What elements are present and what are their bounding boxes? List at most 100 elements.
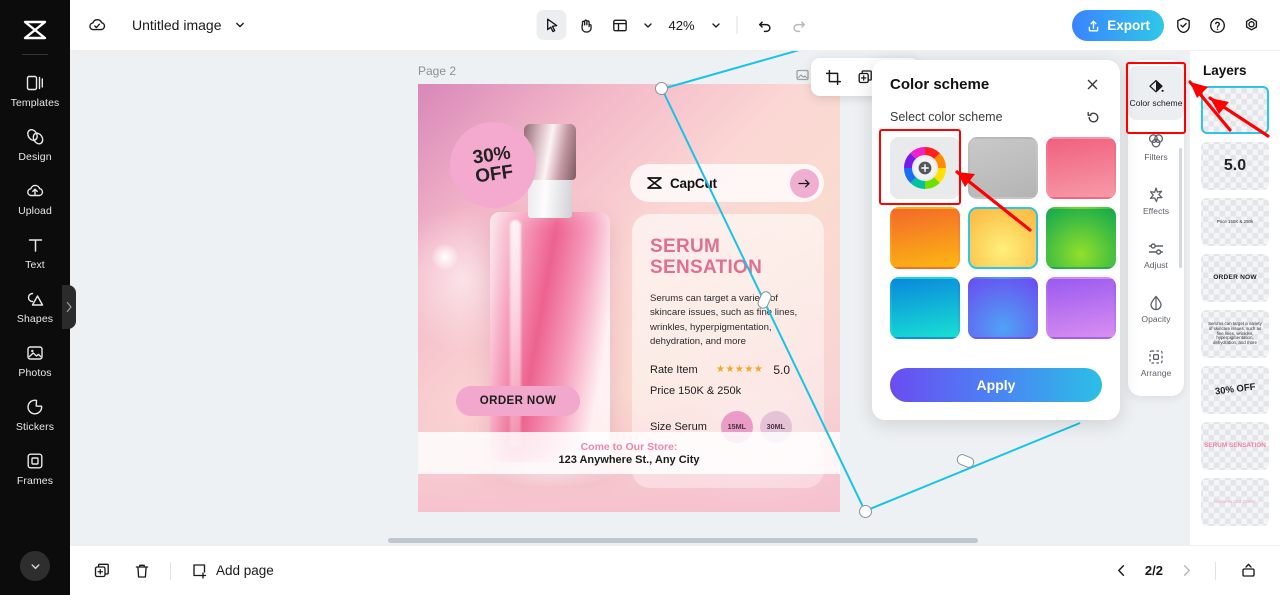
rail-label-adjust: Adjust [1144,260,1168,271]
order-now-button[interactable]: ORDER NOW [456,386,580,416]
swatch-orange-gradient[interactable] [890,207,960,269]
sidebar-item-shapes[interactable]: Shapes [0,279,70,333]
selection-handle-top[interactable] [655,82,668,95]
rail-scrollbar[interactable] [1179,148,1182,268]
undo-button[interactable] [750,10,780,40]
add-page-button[interactable]: Add page [185,558,280,583]
select-tool-button[interactable] [536,10,567,40]
delete-page-button[interactable] [128,557,156,585]
swatch-yellow-gradient[interactable] [968,207,1038,269]
crop-button[interactable] [819,63,847,91]
image-layer-icon[interactable] [793,65,813,85]
paint-drop-icon [1146,77,1166,97]
rail-item-adjust[interactable]: Adjust [1128,228,1184,282]
capcut-watermark-pill[interactable]: CapCut [630,164,824,202]
swatch-green-gradient[interactable] [1046,207,1116,269]
reset-rotate-icon [1087,111,1098,123]
swatch-custom-color-wheel[interactable] [890,137,960,199]
sidebar-label-shapes: Shapes [16,312,54,325]
page-indicator: 2/2 [1144,563,1163,578]
layer-item-price[interactable]: Price 150K & 250k [1201,198,1269,246]
rail-item-opacity[interactable]: Opacity [1128,282,1184,336]
sidebar-collapse-handle[interactable] [62,285,76,329]
poster-artboard[interactable]: CapCut SERUM SENSATION Serums can target… [418,84,840,512]
bottom-divider-2 [1215,561,1216,580]
layer-item-description[interactable]: Serums can target a variety of skincare … [1201,310,1269,358]
layer-item-store[interactable]: Come to Our Store: [1201,478,1269,526]
redo-button[interactable] [784,10,814,40]
sidebar-item-templates[interactable]: Templates [0,63,70,117]
next-page-button[interactable] [1175,560,1197,582]
arrow-right-icon [798,179,810,187]
sidebar-label-text: Text [25,258,45,271]
opacity-drop-icon [1146,293,1166,313]
sidebar-more-button[interactable] [20,551,50,581]
help-button[interactable] [1202,10,1232,40]
rail-item-color-scheme[interactable]: Color scheme [1128,66,1184,120]
layer-label: ORDER NOW [1213,273,1257,281]
sidebar-item-upload[interactable]: Upload [0,171,70,225]
close-panel-button[interactable] [1082,74,1102,94]
capcut-arrow-button[interactable] [790,168,819,198]
document-title[interactable]: Untitled image [132,17,222,33]
shield-check-button[interactable] [1168,10,1198,40]
rail-item-arrange[interactable]: Arrange [1128,336,1184,390]
rail-item-effects[interactable]: Effects [1128,174,1184,228]
layer-item-rating-value[interactable]: 5.0 [1201,142,1269,190]
canvas-horizontal-scrollbar[interactable] [388,538,978,543]
layout-tool-button[interactable] [604,10,634,40]
effects-sparkle-icon [1146,185,1166,205]
photos-icon [24,342,46,364]
present-button[interactable] [1234,557,1262,585]
layer-label: Come to Our Store: [1213,498,1257,504]
upload-share-icon [1088,20,1099,31]
rail-item-filters[interactable]: Filters [1128,120,1184,174]
settings-button[interactable] [1236,10,1266,40]
sidebar-item-text[interactable]: Text [0,225,70,279]
color-wheel-icon [904,147,946,189]
sidebar-item-design[interactable]: Design [0,117,70,171]
sliders-icon [1146,239,1166,259]
swatch-pink-gradient[interactable] [1046,137,1116,199]
canvas-tool-cluster: 42% [536,10,813,40]
sidebar-item-stickers[interactable]: Stickers [0,387,70,441]
serum-title-line1: SERUM [650,236,721,257]
sidebar-divider [22,54,48,55]
sidebar-item-photos[interactable]: Photos [0,333,70,387]
serum-title-line2: SENSATION [650,257,763,279]
zoom-level-value[interactable]: 42% [660,18,702,33]
swatch-blue-gradient[interactable] [968,277,1038,339]
sidebar-label-frames: Frames [16,474,54,487]
left-sidebar: Templates Design Upload Text Shapes Phot… [0,0,70,595]
swatch-cyan-gradient[interactable] [890,277,960,339]
export-button[interactable]: Export [1072,9,1164,41]
selection-midpoint-handle-right[interactable] [955,452,976,470]
templates-icon [24,72,46,94]
top-right-cluster: Export [1072,9,1266,41]
cloud-saved-icon[interactable] [84,12,110,38]
hand-tool-button[interactable] [570,10,600,40]
layout-caret-button[interactable] [638,10,656,40]
color-scheme-header: Color scheme [890,74,1102,94]
capcut-logo-icon [647,177,662,189]
layer-item-order-now[interactable]: ORDER NOW [1201,254,1269,302]
layer-item-selected-empty[interactable] [1201,86,1269,134]
apply-button[interactable]: Apply [890,368,1102,402]
rail-label-effects: Effects [1142,206,1170,217]
layer-item-serum-title[interactable]: SERUM SENSATION [1201,422,1269,470]
top-toolbar: Untitled image 42% Export [70,0,1280,51]
duplicate-page-button[interactable] [88,557,116,585]
selection-handle-bottom[interactable] [859,505,872,518]
reset-color-scheme-button[interactable] [1084,108,1102,126]
add-page-icon [193,564,207,579]
sidebar-item-frames[interactable]: Frames [0,441,70,495]
layer-item-discount[interactable]: 30% OFF [1201,366,1269,414]
zoom-caret-button[interactable] [707,10,725,40]
capcut-logo-icon[interactable] [15,10,55,50]
swatch-purple-gradient[interactable] [1046,277,1116,339]
document-title-caret-icon[interactable] [234,19,246,31]
prev-page-button[interactable] [1111,560,1133,582]
swatch-gray-gradient[interactable] [968,137,1038,199]
shield-check-icon [1176,17,1190,33]
store-heading: Come to Our Store: [580,440,678,453]
